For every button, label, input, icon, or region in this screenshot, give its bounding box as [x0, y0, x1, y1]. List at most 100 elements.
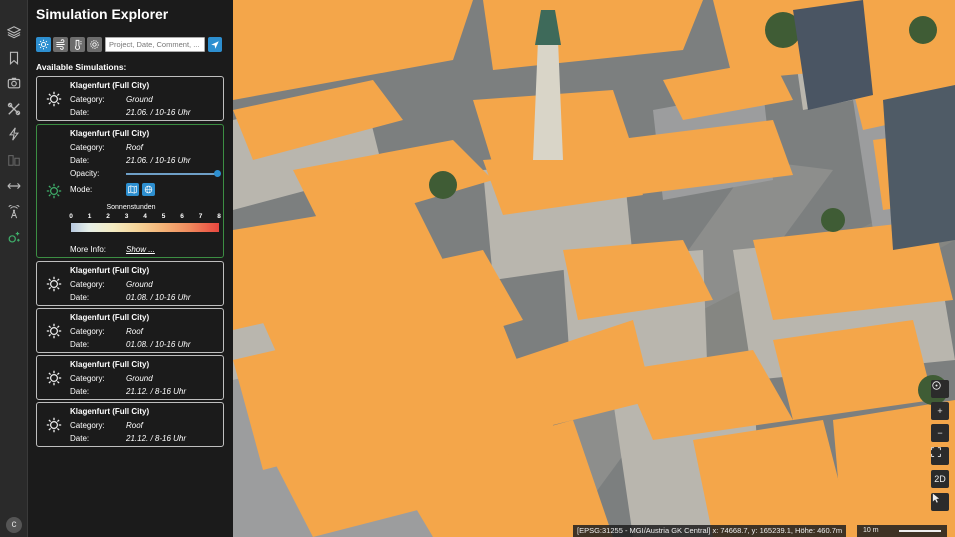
filter-toolbar	[36, 36, 225, 53]
category-value: Ground	[126, 280, 153, 289]
legend-tick: 6	[180, 213, 184, 220]
date-value: 01.08. / 10-16 Uhr	[126, 340, 191, 349]
legend-tick: 3	[124, 213, 129, 220]
opacity-slider[interactable]	[126, 173, 218, 175]
buildings-icon[interactable]	[4, 150, 24, 170]
category-label: Category:	[70, 280, 105, 289]
category-label: Category:	[70, 327, 105, 336]
navigate-icon	[211, 40, 219, 49]
simulation-name: Klagenfurt (Full City)	[70, 81, 150, 90]
category-value: Roof	[126, 421, 143, 430]
show-more-link[interactable]: Show ...	[126, 245, 155, 254]
page-title: Simulation Explorer	[36, 6, 169, 22]
globe-icon	[144, 185, 153, 194]
zoom-in-button[interactable]: +	[931, 402, 949, 420]
sensor-icon[interactable]	[4, 202, 24, 222]
simulation-card[interactable]: Klagenfurt (Full City) Category: Ground …	[36, 355, 224, 400]
pointer-icon[interactable]	[931, 493, 949, 511]
simulation-card-selected[interactable]: Klagenfurt (Full City) Category: Roof Da…	[36, 124, 224, 258]
date-value: 21.12. / 8-16 Uhr	[126, 387, 187, 396]
date-label: Date:	[70, 108, 90, 117]
sun-gear-icon	[46, 417, 62, 433]
mode-label: Mode:	[70, 185, 93, 194]
coordinate-readout: [EPSG:31255 - MGI/Austria GK Central] x:…	[573, 525, 847, 537]
scale-bar: 10 m	[857, 525, 947, 537]
search-button[interactable]	[208, 37, 222, 52]
legend-tick: 2	[106, 213, 110, 220]
mode-map-button[interactable]	[126, 183, 139, 196]
sun-gear-icon	[38, 39, 49, 50]
legend-ticks: 0 1 2 3 4 5 6 7 8	[69, 213, 222, 222]
category-label: Category:	[70, 421, 105, 430]
sun-gear-icon	[46, 183, 62, 199]
bookmark-icon[interactable]	[4, 48, 24, 68]
simulation-name: Klagenfurt (Full City)	[70, 407, 150, 416]
more-info-label: More Info:	[70, 245, 107, 254]
view-mode-button[interactable]: 2D	[931, 470, 949, 488]
thermometer-icon	[75, 39, 82, 50]
category-label: Category:	[70, 143, 105, 152]
simulation-icon[interactable]	[4, 228, 24, 248]
filter-settings-button[interactable]	[87, 37, 102, 52]
simulation-name: Klagenfurt (Full City)	[70, 129, 150, 138]
filter-temperature-button[interactable]	[70, 37, 85, 52]
date-value: 21.12. / 8-16 Uhr	[126, 434, 187, 443]
simulation-name: Klagenfurt (Full City)	[70, 266, 150, 275]
sun-gear-icon	[46, 370, 62, 386]
tools-icon[interactable]	[4, 99, 24, 119]
sun-gear-icon	[46, 276, 62, 292]
simulation-card[interactable]: Klagenfurt (Full City) Category: Roof Da…	[36, 308, 224, 353]
category-value: Ground	[126, 374, 153, 383]
filter-wind-button[interactable]	[53, 37, 68, 52]
simulation-card[interactable]: Klagenfurt (Full City) Category: Roof Da…	[36, 402, 224, 447]
layers-icon[interactable]	[4, 22, 24, 42]
scale-label: 10 m	[863, 527, 879, 534]
3d-map-view[interactable]: + − 2D [EPSG:31255 - MGI/Austria GK Cent…	[233, 0, 955, 537]
compass-icon[interactable]	[931, 380, 949, 398]
date-value: 21.06. / 10-16 Uhr	[126, 108, 191, 117]
opacity-slider-handle[interactable]	[214, 170, 221, 177]
simulation-card[interactable]: Klagenfurt (Full City) Category: Ground …	[36, 76, 224, 121]
mode-globe-button[interactable]	[142, 183, 155, 196]
legend-tick: 0	[69, 213, 73, 220]
legend-tick: 5	[161, 213, 166, 220]
category-value: Ground	[126, 95, 153, 104]
scale-line	[899, 530, 941, 532]
search-input[interactable]	[105, 37, 205, 52]
measure-icon[interactable]	[4, 176, 24, 196]
avatar[interactable]: c	[6, 517, 22, 533]
simulation-name: Klagenfurt (Full City)	[70, 360, 150, 369]
date-value: 21.06. / 10-16 Uhr	[126, 156, 191, 165]
simulation-explorer-panel: Simulation Explorer Available Simulation…	[28, 0, 233, 537]
filter-simulation-button[interactable]	[36, 37, 51, 52]
date-label: Date:	[70, 293, 90, 302]
icon-rail: c	[0, 0, 28, 537]
date-label: Date:	[70, 340, 90, 349]
legend-title: Sonnenstunden	[106, 204, 156, 211]
date-label: Date:	[70, 387, 90, 396]
wind-icon	[56, 39, 65, 50]
sun-gear-icon	[46, 91, 62, 107]
sun-gear-icon	[46, 323, 62, 339]
camera-icon[interactable]	[4, 73, 24, 93]
gear-icon	[90, 40, 99, 49]
city-scene	[233, 0, 955, 537]
legend-tick: 8	[217, 213, 221, 220]
energy-icon[interactable]	[4, 124, 24, 144]
category-label: Category:	[70, 374, 105, 383]
map-icon	[128, 185, 137, 194]
legend-tick: 1	[87, 213, 92, 220]
sunshine-hours-legend-bar	[71, 223, 219, 232]
date-value: 01.08. / 10-16 Uhr	[126, 293, 191, 302]
simulation-name: Klagenfurt (Full City)	[70, 313, 150, 322]
legend-tick: 4	[143, 213, 147, 220]
available-simulations-heading: Available Simulations:	[36, 62, 127, 72]
date-label: Date:	[70, 434, 90, 443]
simulation-card[interactable]: Klagenfurt (Full City) Category: Ground …	[36, 261, 224, 306]
category-label: Category:	[70, 95, 105, 104]
fullscreen-icon[interactable]	[931, 447, 949, 465]
zoom-out-button[interactable]: −	[931, 424, 949, 442]
category-value: Roof	[126, 143, 143, 152]
date-label: Date:	[70, 156, 90, 165]
category-value: Roof	[126, 327, 143, 336]
